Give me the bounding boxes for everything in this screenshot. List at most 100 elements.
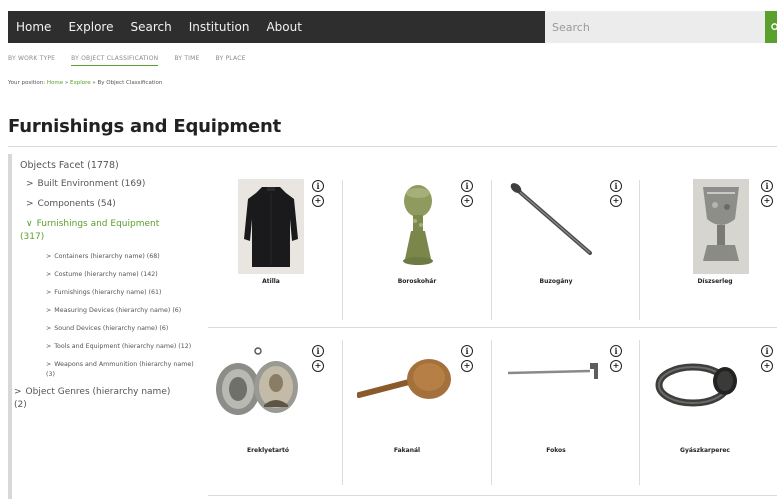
nav-explore[interactable]: Explore [68, 20, 113, 34]
tab-by-place[interactable]: BY PLACE [216, 55, 246, 66]
tab-by-object-classification[interactable]: BY OBJECT CLASSIFICATION [71, 55, 159, 66]
object-thumbnail[interactable] [357, 347, 457, 417]
classification-tabs: BY WORK TYPE BY OBJECT CLASSIFICATION BY… [8, 55, 262, 66]
object-actions: i + [610, 345, 622, 375]
facet-item-label: Components (54) [37, 199, 116, 209]
info-icon[interactable]: i [461, 180, 473, 192]
add-icon[interactable]: + [761, 195, 773, 207]
chevron-right-icon: > [46, 325, 52, 332]
add-icon[interactable]: + [610, 195, 622, 207]
object-caption[interactable]: Ereklyetartó [228, 447, 308, 454]
object-caption[interactable]: Boroskohár [377, 278, 457, 285]
chevron-right-icon: > [26, 179, 34, 189]
object-thumbnail[interactable] [393, 179, 443, 274]
tab-by-work-type[interactable]: BY WORK TYPE [8, 55, 55, 66]
object-thumbnail[interactable] [238, 179, 304, 274]
chevron-down-icon: ∨ [26, 219, 33, 229]
chevron-right-icon: > [46, 271, 52, 278]
facet-item-components[interactable]: > Components (54) [26, 198, 208, 211]
facet-subitem-label: Measuring Devices (hierarchy name) (6) [54, 307, 182, 314]
info-icon[interactable]: i [610, 345, 622, 357]
object-thumbnail[interactable] [655, 347, 755, 417]
objects-grid: i + Atilla i + Boroskohár i + Buzogány i… [208, 165, 777, 499]
chevron-right-icon: > [46, 253, 52, 260]
object-card-diszserleg[interactable]: i + Díszserleg [655, 165, 777, 320]
facet-subitem-sound-devices[interactable]: > Sound Devices (hierarchy name) (6) [46, 324, 196, 334]
search-button[interactable] [765, 11, 777, 43]
chevron-right-icon: > [26, 199, 34, 209]
info-icon[interactable]: i [761, 345, 773, 357]
nav-about[interactable]: About [266, 20, 301, 34]
object-caption[interactable]: Atilla [238, 278, 304, 285]
facet-heading[interactable]: Objects Facet (1778) [20, 160, 208, 171]
nav-search[interactable]: Search [130, 20, 171, 34]
facet-subitem-label: Weapons and Ammunition (hierarchy name) … [46, 361, 194, 378]
facet-subitem-weapons-and-ammunition[interactable]: > Weapons and Ammunition (hierarchy name)… [46, 360, 196, 380]
search-input[interactable]: Search [545, 11, 765, 43]
search-icon [770, 22, 777, 31]
facet-item-label: Object Genres (hierarchy name) [25, 387, 171, 397]
object-actions: i + [761, 180, 773, 210]
object-thumbnail[interactable] [506, 349, 602, 389]
facet-subitem-measuring-devices[interactable]: > Measuring Devices (hierarchy name) (6) [46, 306, 196, 316]
add-icon[interactable]: + [610, 360, 622, 372]
info-icon[interactable]: i [761, 180, 773, 192]
facet-subitem-tools-and-equipment[interactable]: > Tools and Equipment (hierarchy name) (1… [46, 342, 196, 352]
add-icon[interactable]: + [312, 195, 324, 207]
object-caption[interactable]: Fokos [516, 447, 596, 454]
add-icon[interactable]: + [461, 360, 473, 372]
facet-subitem-furnishings[interactable]: > Furnishings (hierarchy name) (61) [46, 288, 196, 298]
facet-subitem-label: Sound Devices (hierarchy name) (6) [54, 325, 169, 332]
info-icon[interactable]: i [610, 180, 622, 192]
grid-divider [208, 495, 777, 496]
facet-item-object-genres[interactable]: > Object Genres (hierarchy name) (2) [14, 386, 208, 412]
chevron-right-icon: > [14, 387, 22, 397]
tab-by-time[interactable]: BY TIME [174, 55, 199, 66]
chevron-right-icon: > [46, 343, 52, 350]
add-icon[interactable]: + [461, 195, 473, 207]
object-caption[interactable]: Gyászkarperec [665, 447, 745, 454]
nav-institution[interactable]: Institution [189, 20, 250, 34]
object-caption[interactable]: Díszserleg [675, 278, 755, 285]
object-card-fokos[interactable]: i + Fokos [506, 335, 659, 490]
add-icon[interactable]: + [312, 360, 324, 372]
object-caption[interactable]: Fakanál [367, 447, 447, 454]
facet-subitem-containers[interactable]: > Containers (hierarchy name) (68) [46, 252, 196, 262]
facet-subitem-label: Tools and Equipment (hierarchy name) (12… [54, 343, 192, 350]
object-thumbnail[interactable] [212, 345, 302, 425]
object-thumbnail[interactable] [693, 179, 749, 274]
breadcrumb-separator: » [92, 80, 96, 86]
nav-home[interactable]: Home [16, 20, 51, 34]
info-icon[interactable]: i [312, 345, 324, 357]
object-actions: i + [610, 180, 622, 210]
object-actions: i + [461, 180, 473, 210]
add-icon[interactable]: + [761, 360, 773, 372]
object-card-gyaszkarperec[interactable]: i + Gyászkarperec [655, 335, 777, 490]
grid-divider [208, 327, 777, 328]
object-card-boroskohar[interactable]: i + Boroskohár [357, 165, 510, 320]
breadcrumb: Your position: Home » Explore » By Objec… [8, 80, 162, 86]
chevron-right-icon: > [46, 289, 52, 296]
chevron-right-icon: > [46, 361, 52, 368]
breadcrumb-prefix: Your position: [8, 80, 46, 86]
facet-item-label: Built Environment (169) [37, 179, 146, 189]
object-actions: i + [461, 345, 473, 375]
object-caption[interactable]: Buzogány [516, 278, 596, 285]
facet-subitem-label: Furnishings (hierarchy name) (61) [54, 289, 162, 296]
object-thumbnail[interactable] [506, 179, 606, 269]
object-card-ereklyetarto[interactable]: i + Ereklyetartó [208, 335, 361, 490]
facet-item-built-environment[interactable]: > Built Environment (169) [26, 178, 208, 191]
breadcrumb-explore[interactable]: Explore [70, 80, 91, 86]
facet-item-furnishings-and-equipment[interactable]: ∨ Furnishings and Equipment (317) [20, 218, 208, 244]
object-card-buzogany[interactable]: i + Buzogány [506, 165, 659, 320]
objects-facet-sidebar: Objects Facet (1778) > Built Environment … [8, 154, 208, 499]
info-icon[interactable]: i [461, 345, 473, 357]
breadcrumb-current: By Object Classification [97, 80, 163, 86]
chevron-right-icon: > [46, 307, 52, 314]
breadcrumb-home[interactable]: Home [47, 80, 63, 86]
facet-subitem-costume[interactable]: > Costume (hierarchy name) (142) [46, 270, 196, 280]
facet-item-count: (317) [20, 232, 45, 242]
info-icon[interactable]: i [312, 180, 324, 192]
object-card-atilla[interactable]: i + Atilla [208, 165, 361, 320]
object-card-fakanal[interactable]: i + Fakanál [357, 335, 510, 490]
